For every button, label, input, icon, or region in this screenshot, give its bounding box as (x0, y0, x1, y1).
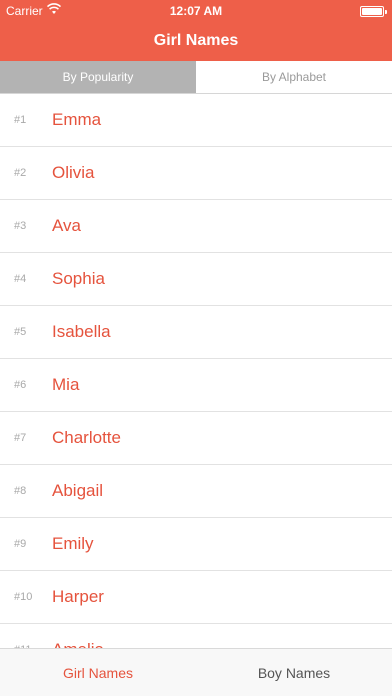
list-item[interactable]: #7 Charlotte (0, 412, 392, 465)
name-label: Mia (52, 375, 80, 394)
name-label: Emma (52, 110, 102, 129)
rank-label: #6 (14, 379, 27, 391)
list-item[interactable]: #6 Mia (0, 359, 392, 412)
rank-label: #5 (14, 326, 27, 338)
name-label: Emily (52, 534, 94, 553)
name-label: Abigail (52, 481, 104, 500)
page-title: Girl Names (153, 32, 239, 49)
rank-label: #4 (14, 273, 27, 285)
list-item[interactable]: #4 Sophia (0, 253, 392, 306)
rank-label: #9 (14, 538, 27, 550)
names-list[interactable]: #1 Emma #2 Olivia #3 Ava #4 Sophia #5 Is… (0, 94, 392, 654)
list-item[interactable]: #2 Olivia (0, 147, 392, 200)
status-bar: Carrier 12:07 AM (0, 0, 392, 22)
name-label: Isabella (52, 322, 111, 341)
segment-by-alphabet[interactable]: By Alphabet (196, 61, 392, 93)
rank-label: #10 (14, 591, 33, 603)
name-label: Sophia (52, 269, 105, 288)
rank-label: #7 (14, 432, 27, 444)
list-item[interactable]: #5 Isabella (0, 306, 392, 359)
list-item[interactable]: #3 Ava (0, 200, 392, 253)
segment-by-popularity[interactable]: By Popularity (0, 61, 196, 93)
list-item[interactable]: #10 Harper (0, 571, 392, 624)
rank-label: #3 (14, 220, 27, 232)
tab-bar: Girl Names Boy Names (0, 648, 392, 696)
rank-label: #1 (14, 114, 27, 126)
tab-boy-names[interactable]: Boy Names (196, 649, 392, 696)
tab-girl-names[interactable]: Girl Names (0, 649, 196, 696)
rank-label: #2 (14, 167, 27, 179)
list-item[interactable]: #9 Emily (0, 518, 392, 571)
name-label: Charlotte (52, 428, 121, 447)
battery-icon (360, 6, 387, 17)
name-label: Harper (52, 587, 104, 606)
rank-label: #8 (14, 485, 27, 497)
sort-segmented-control[interactable]: By Popularity By Alphabet (0, 61, 392, 94)
name-label: Olivia (52, 163, 95, 182)
nav-header: Carrier 12:07 AM Girl Names (0, 0, 392, 61)
list-item[interactable]: #1 Emma (0, 94, 392, 147)
status-time: 12:07 AM (169, 4, 223, 18)
list-item[interactable]: #8 Abigail (0, 465, 392, 518)
name-label: Ava (52, 216, 81, 235)
